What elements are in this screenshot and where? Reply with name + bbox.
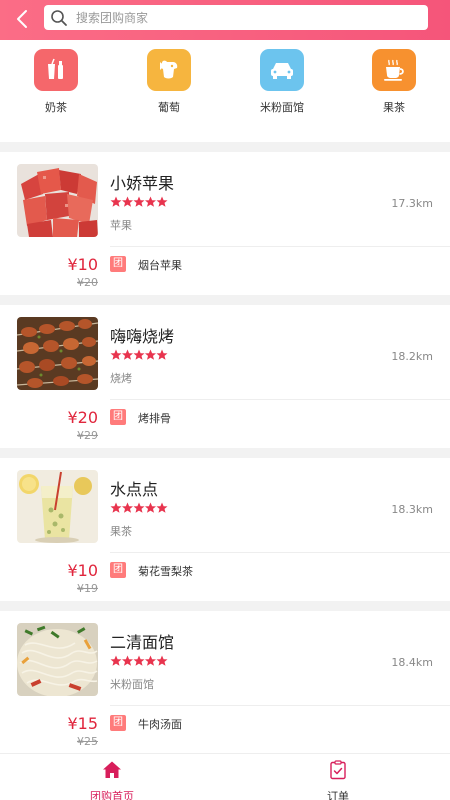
group-buy-tag: 团 — [110, 562, 126, 578]
search-input[interactable] — [76, 6, 406, 29]
category-label: 奶茶 — [45, 101, 67, 114]
category-bar: 奶茶 葡萄 米粉面馆 果茶 — [0, 40, 450, 142]
category-item-grape[interactable]: 葡萄 — [124, 49, 214, 115]
order-clipboard-icon — [330, 760, 346, 780]
deal-price: ¥15 — [67, 714, 98, 733]
coffee-cup-icon — [372, 49, 416, 91]
group-buy-tag: 团 — [110, 256, 126, 272]
tab-group-buy-home[interactable]: 团购首页 — [62, 760, 162, 800]
original-price: ¥25 — [77, 735, 98, 748]
category-label: 果茶 — [383, 101, 405, 114]
category-item-fruit-tea[interactable]: 果茶 — [349, 49, 439, 115]
home-icon — [103, 761, 121, 778]
shop-name: 水点点 — [110, 480, 159, 499]
group-buy-tag: 团 — [110, 409, 126, 425]
search-box[interactable] — [44, 5, 428, 30]
shop-photo — [17, 470, 98, 543]
deal-title[interactable]: 菊花雪梨茶 — [138, 563, 193, 579]
original-price: ¥19 — [77, 582, 98, 595]
dog-icon — [147, 49, 191, 91]
shop-distance: 18.3km — [391, 503, 433, 516]
app-root: 奶茶 葡萄 — [0, 0, 450, 800]
shop-card[interactable]: 水点点 果茶 18.3km ¥10 ¥19 团 菊花雪梨茶 — [0, 458, 450, 601]
original-price: ¥20 — [77, 276, 98, 289]
shop-name: 二清面馆 — [110, 633, 175, 652]
deal-price: ¥10 — [67, 561, 98, 580]
deal-price: ¥20 — [67, 408, 98, 427]
search-icon — [51, 9, 67, 26]
shop-photo — [17, 164, 98, 237]
group-buy-tag: 团 — [110, 715, 126, 731]
shop-card[interactable]: 嗨嗨烧烤 烧烤 18.2km ¥20 ¥29 团 烤排骨 — [0, 305, 450, 448]
deal-title[interactable]: 烤排骨 — [138, 410, 171, 426]
shop-photo — [17, 317, 98, 390]
divider — [110, 399, 450, 400]
deal-price: ¥10 — [67, 255, 98, 274]
deal-title[interactable]: 牛肉汤面 — [138, 716, 182, 732]
deal-title[interactable]: 烟台苹果 — [138, 257, 182, 273]
divider — [110, 705, 450, 706]
bottom-nav: 团购首页 订单 — [0, 753, 450, 800]
rating-stars — [110, 349, 168, 361]
shop-category: 烧烤 — [110, 372, 132, 385]
shop-category: 果茶 — [110, 525, 132, 538]
divider — [110, 552, 450, 553]
category-label: 米粉面馆 — [260, 101, 304, 114]
shop-category: 米粉面馆 — [110, 678, 154, 691]
rating-stars — [110, 196, 168, 208]
shop-distance: 18.2km — [391, 350, 433, 363]
original-price: ¥29 — [77, 429, 98, 442]
car-icon — [260, 49, 304, 91]
shop-name: 小娇苹果 — [110, 174, 175, 193]
divider — [110, 246, 450, 247]
shop-card[interactable]: 小娇苹果 苹果 17.3km ¥10 ¥20 团 烟台苹果 — [0, 152, 450, 295]
shop-photo — [17, 623, 98, 696]
rating-stars — [110, 502, 168, 514]
shop-name: 嗨嗨烧烤 — [110, 327, 175, 346]
bottle-cup-icon — [34, 49, 78, 91]
back-arrow-icon[interactable] — [10, 6, 36, 32]
shop-distance: 18.4km — [391, 656, 433, 669]
tab-orders[interactable]: 订单 — [288, 760, 388, 800]
shop-category: 苹果 — [110, 219, 132, 232]
category-item-noodles[interactable]: 米粉面馆 — [237, 49, 327, 115]
category-label: 葡萄 — [158, 101, 180, 114]
shop-card[interactable]: 二清面馆 米粉面馆 18.4km ¥15 ¥25 团 牛肉汤面 — [0, 611, 450, 754]
rating-stars — [110, 655, 168, 667]
top-bar — [0, 0, 450, 40]
tab-label: 订单 — [327, 790, 349, 800]
tab-label: 团购首页 — [90, 790, 134, 800]
category-item-milk-tea[interactable]: 奶茶 — [11, 49, 101, 115]
shop-distance: 17.3km — [391, 197, 433, 210]
